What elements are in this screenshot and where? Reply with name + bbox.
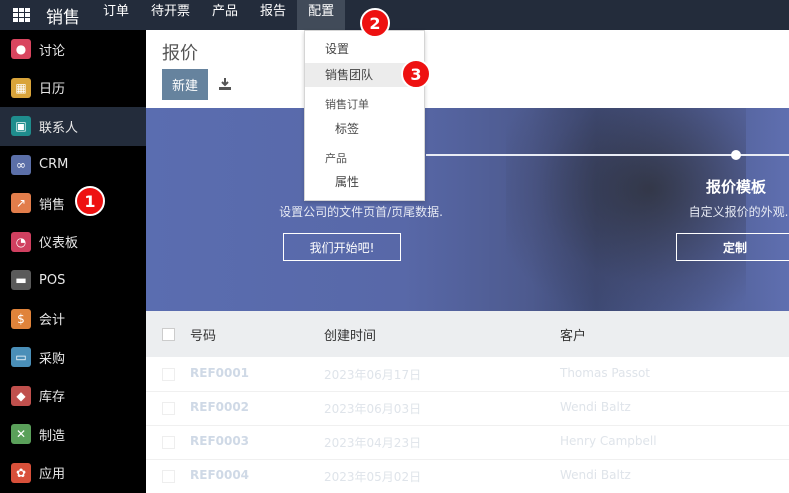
- boxes-icon: ◆: [11, 385, 31, 406]
- table-row[interactable]: REF0003 2023年04月23日 Henry Campbell: [146, 425, 789, 460]
- row-customer: Wendi Baltz: [560, 400, 631, 414]
- row-ref: REF0001: [190, 366, 250, 380]
- step-marker-2: 2: [360, 8, 390, 38]
- step-marker-3: 3: [401, 59, 431, 89]
- sidebar-item-label: POS: [39, 272, 66, 288]
- sidebar-item-label: 销售: [39, 197, 66, 213]
- sidebar-item-sales[interactable]: ↗ 销售: [0, 184, 146, 223]
- calendar-icon: ▦: [11, 77, 31, 98]
- configuration-dropdown: 设置 销售团队 销售订单 标签 产品 属性: [304, 30, 425, 201]
- top-navbar: 销售 订单 待开票 产品 报告 配置: [0, 0, 789, 30]
- sidebar-item-label: 会计: [39, 313, 66, 329]
- sidebar-item-label: 讨论: [39, 43, 66, 59]
- sidebar-item-label: 制造: [39, 428, 66, 444]
- column-number[interactable]: 号码: [190, 325, 216, 344]
- top-menu: 订单 待开票 产品 报告 配置: [92, 0, 346, 30]
- row-customer: Henry Campbell: [560, 434, 657, 448]
- gauge-icon: ◔: [11, 231, 31, 252]
- progress-dot: [731, 150, 741, 160]
- row-date: 2023年05月02日: [324, 470, 422, 484]
- sidebar-item-contacts[interactable]: ▣ 联系人: [0, 107, 146, 146]
- menu-section-sales-orders: 销售订单: [325, 98, 369, 111]
- table-row[interactable]: REF0001 2023年06月17日 Thomas Passot: [146, 357, 789, 392]
- store-icon: ▬: [11, 270, 31, 291]
- step-template-title: 报价模板: [705, 178, 766, 196]
- table-row[interactable]: REF0002 2023年06月03日 Wendi Baltz: [146, 391, 789, 426]
- app-sidebar: ● 讨论 ▦ 日历 ▣ 联系人 ∞ CRM ↗ 销售 ◔ 仪表板 ▬ POS $…: [0, 30, 146, 493]
- chart-icon: ↗: [11, 193, 31, 214]
- sidebar-item-purchase[interactable]: ▭ 采购: [0, 338, 146, 377]
- menu-products[interactable]: 产品: [201, 0, 249, 30]
- page-title: 报价: [162, 43, 198, 64]
- apps-menu-icon[interactable]: [13, 8, 30, 22]
- row-ref: REF0002: [190, 400, 250, 414]
- menu-to-invoice[interactable]: 待开票: [140, 0, 201, 30]
- sidebar-item-pos[interactable]: ▬ POS: [0, 261, 146, 300]
- sidebar-item-accounting[interactable]: $ 会计: [0, 300, 146, 339]
- sidebar-item-crm[interactable]: ∞ CRM: [0, 146, 146, 185]
- contacts-icon: ▣: [11, 116, 31, 137]
- invoice-icon: $: [11, 308, 31, 329]
- row-checkbox[interactable]: [162, 402, 175, 415]
- row-customer: Wendi Baltz: [560, 468, 631, 482]
- app-brand: 销售: [46, 8, 80, 28]
- menu-configuration[interactable]: 配置: [297, 0, 346, 30]
- sidebar-item-dashboard[interactable]: ◔ 仪表板: [0, 223, 146, 262]
- step-template-desc: 自定义报价的外观.: [688, 205, 789, 219]
- row-date: 2023年06月17日: [324, 368, 422, 382]
- menu-settings[interactable]: 设置: [305, 37, 424, 61]
- menu-reporting[interactable]: 报告: [249, 0, 297, 30]
- chat-icon: ●: [11, 39, 31, 60]
- row-date: 2023年06月03日: [324, 402, 422, 416]
- table-row[interactable]: REF0004 2023年05月02日 Wendi Baltz: [146, 459, 789, 493]
- table-header: 号码 创建时间 客户: [146, 311, 789, 357]
- sidebar-item-apps[interactable]: ✿ 应用: [0, 454, 146, 493]
- new-button[interactable]: 新建: [162, 69, 208, 100]
- sidebar-item-label: 联系人: [39, 120, 79, 136]
- column-customer[interactable]: 客户: [560, 325, 586, 344]
- sidebar-item-label: CRM: [39, 157, 69, 173]
- wrench-icon: ✕: [11, 424, 31, 445]
- menu-tags[interactable]: 标签: [305, 117, 424, 141]
- sidebar-item-label: 采购: [39, 351, 66, 367]
- customize-button[interactable]: 定制: [676, 233, 789, 261]
- apps-cluster-icon: ✿: [11, 462, 31, 483]
- menu-section-products: 产品: [325, 152, 347, 165]
- row-checkbox[interactable]: [162, 368, 175, 381]
- sidebar-item-label: 仪表板: [39, 236, 79, 252]
- column-created[interactable]: 创建时间: [324, 325, 376, 344]
- handshake-icon: ∞: [11, 154, 31, 175]
- step-marker-1: 1: [75, 186, 105, 216]
- row-checkbox[interactable]: [162, 436, 175, 449]
- onboarding-banner: 设置公司的文件页首/页尾数据. 我们开始吧! 报价模板 自定义报价的外观. 定制: [146, 108, 789, 311]
- main-content: 报价 新建 设置公司的文件页首/页尾数据. 我们开始吧! 报价模板 自定义报价的…: [146, 30, 789, 493]
- menu-orders[interactable]: 订单: [92, 0, 140, 30]
- row-ref: REF0004: [190, 468, 250, 482]
- sidebar-item-label: 日历: [39, 82, 66, 98]
- sidebar-item-calendar[interactable]: ▦ 日历: [0, 69, 146, 108]
- sidebar-item-manufacturing[interactable]: ✕ 制造: [0, 415, 146, 454]
- menu-attributes[interactable]: 属性: [305, 170, 424, 194]
- lets-start-button[interactable]: 我们开始吧!: [283, 233, 401, 261]
- sidebar-item-label: 应用: [39, 467, 66, 483]
- step-company-desc: 设置公司的文件页首/页尾数据.: [279, 205, 443, 219]
- sidebar-item-discuss[interactable]: ● 讨论: [0, 30, 146, 69]
- card-icon: ▭: [11, 347, 31, 368]
- select-all-checkbox[interactable]: [162, 328, 175, 341]
- row-checkbox[interactable]: [162, 470, 175, 483]
- download-icon[interactable]: [218, 77, 232, 91]
- row-date: 2023年04月23日: [324, 436, 422, 450]
- sidebar-item-inventory[interactable]: ◆ 库存: [0, 377, 146, 416]
- sidebar-item-label: 库存: [39, 390, 66, 406]
- row-customer: Thomas Passot: [560, 366, 650, 380]
- row-ref: REF0003: [190, 434, 250, 448]
